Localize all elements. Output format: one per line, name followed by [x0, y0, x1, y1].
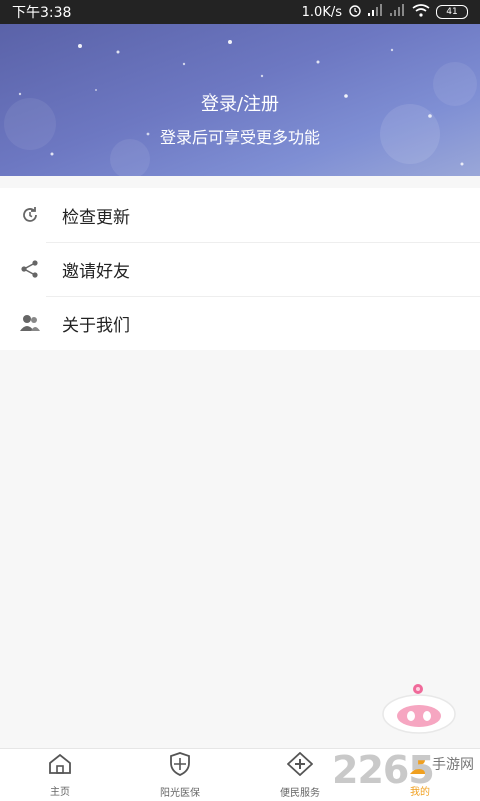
refresh-icon — [18, 203, 42, 227]
share-icon — [18, 257, 42, 281]
status-icons: 1.0K/s 41 — [302, 3, 468, 21]
battery-indicator: 41 — [436, 5, 468, 19]
profile-header[interactable]: 登录/注册 登录后可享受更多功能 — [0, 24, 480, 176]
alarm-icon — [348, 3, 362, 21]
tab-home[interactable]: 主页 — [0, 749, 120, 801]
tab-label: 便民服务 — [280, 787, 320, 799]
menu-item-label: 检查更新 — [62, 207, 130, 228]
pig-mascot-icon — [382, 684, 456, 734]
status-time: 下午3:38 — [12, 5, 72, 21]
tab-label: 阳光医保 — [160, 787, 200, 799]
login-subtitle: 登录后可享受更多功能 — [159, 128, 320, 147]
plus-diamond-icon — [286, 751, 314, 780]
signal-icon — [368, 4, 384, 20]
menu-item-check-update[interactable]: 检查更新 — [0, 188, 480, 242]
site-watermark: 2265 手游网 — [332, 748, 480, 798]
settings-menu: 检查更新 邀请好友 关于我们 — [0, 188, 480, 350]
menu-item-about-us[interactable]: 关于我们 — [0, 296, 480, 350]
menu-item-label: 邀请好友 — [62, 261, 130, 282]
signal-icon-2 — [390, 4, 406, 20]
watermark-text: 手游网 — [432, 757, 474, 773]
mascot-floating-button[interactable] — [376, 680, 462, 740]
menu-item-label: 关于我们 — [62, 315, 130, 336]
home-icon — [48, 753, 72, 779]
network-speed: 1.0K/s — [301, 4, 342, 20]
tab-medical-insurance[interactable]: 阳光医保 — [120, 749, 240, 801]
watermark-number: 2265 — [332, 748, 435, 792]
login-register-title[interactable]: 登录/注册 — [0, 90, 480, 116]
wifi-icon — [412, 3, 430, 21]
menu-item-invite-friends[interactable]: 邀请好友 — [0, 242, 480, 296]
users-icon — [18, 311, 42, 335]
tab-label: 主页 — [50, 786, 70, 798]
shield-icon — [169, 751, 191, 780]
status-bar: 下午3:38 1.0K/s 41 — [0, 0, 480, 24]
